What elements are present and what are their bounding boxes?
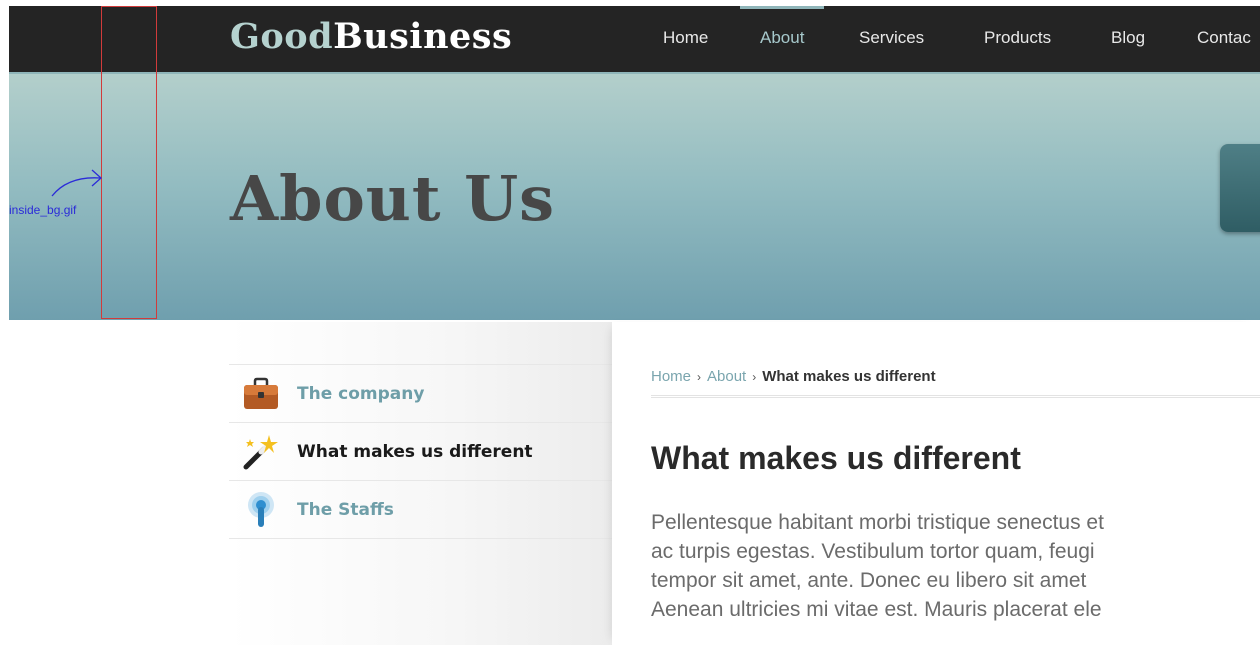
- site-logo[interactable]: GoodBusiness: [230, 16, 512, 57]
- breadcrumb-separator: ›: [697, 370, 702, 384]
- briefcase-icon: [241, 374, 281, 414]
- sidebar: The company What makes us different The …: [229, 322, 612, 645]
- breadcrumb-about[interactable]: About: [707, 368, 746, 385]
- logo-text-good: Good: [230, 16, 334, 57]
- page-title: What makes us different: [651, 440, 1021, 476]
- body-line: ac turpis egestas. Vestibulum tortor qua…: [651, 540, 1095, 563]
- annotation-arrow-icon: [51, 169, 102, 197]
- main-content: Home › About › What makes us different What …: [612, 322, 1260, 645]
- hero-action-button[interactable]: [1220, 144, 1260, 232]
- breadcrumb: Home › About › What makes us different: [651, 368, 1260, 398]
- nav-contact[interactable]: Contac: [1197, 6, 1251, 72]
- breadcrumb-separator: ›: [752, 370, 757, 384]
- nav-about[interactable]: About: [739, 6, 826, 72]
- sidebar-item-company[interactable]: The company: [229, 364, 612, 422]
- sidebar-item-label: What makes us different: [297, 441, 533, 462]
- body-line: Pellentesque habitant morbi tristique se…: [651, 511, 1104, 534]
- top-nav-bar: GoodBusiness Home About Services Product…: [9, 6, 1260, 74]
- body-line: tempor sit amet, ante. Donec eu libero s…: [651, 569, 1087, 592]
- breadcrumb-current: What makes us different: [762, 368, 936, 385]
- nav-services[interactable]: Services: [859, 6, 924, 72]
- body-paragraph: Pellentesque habitant morbi tristique se…: [651, 508, 1260, 624]
- nav-products[interactable]: Products: [984, 6, 1051, 72]
- magic-wand-icon: [241, 432, 281, 472]
- nav-home[interactable]: Home: [663, 6, 708, 72]
- sidebar-item-different[interactable]: What makes us different: [229, 422, 612, 480]
- broadcast-icon: [241, 490, 281, 530]
- body-line: Aenean ultricies mi vitae est. Mauris pl…: [651, 598, 1102, 621]
- sidebar-item-staffs[interactable]: The Staffs: [229, 480, 612, 539]
- sidebar-item-label: The Staffs: [297, 499, 394, 520]
- annotation-label: inside_bg.gif: [9, 203, 77, 217]
- logo-text-business: Business: [333, 16, 513, 57]
- sidebar-menu: The company What makes us different The …: [229, 364, 612, 539]
- hero-banner: About Us: [9, 74, 1260, 320]
- breadcrumb-home[interactable]: Home: [651, 368, 691, 385]
- sidebar-item-label: The company: [297, 383, 425, 404]
- nav-blog[interactable]: Blog: [1111, 6, 1145, 72]
- hero-title: About Us: [230, 162, 556, 235]
